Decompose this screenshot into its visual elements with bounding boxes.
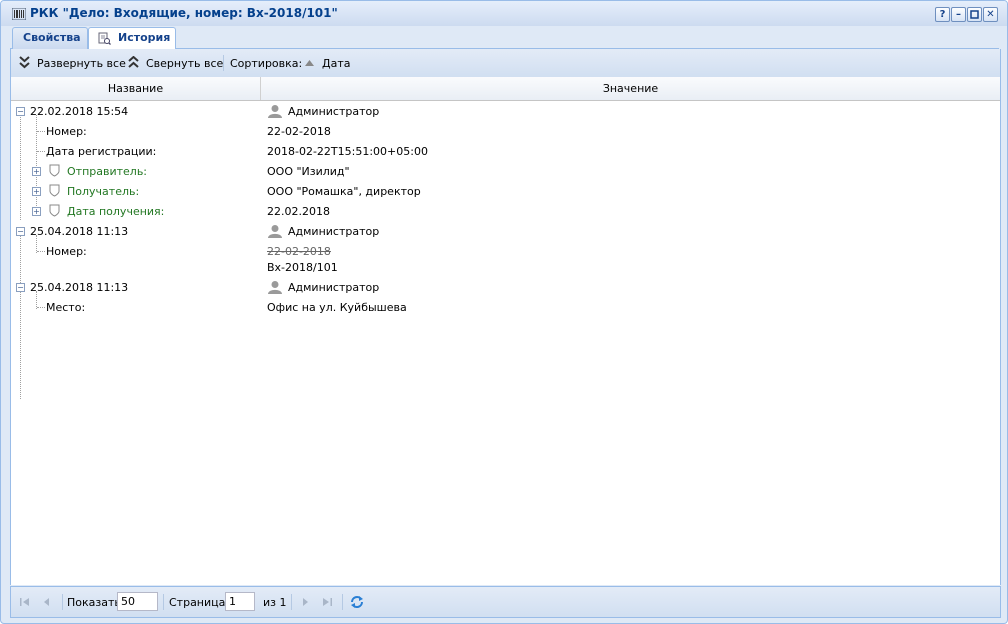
column-header-value[interactable]: Значение [261, 77, 1000, 100]
field-value: 2018-02-22T15:51:00+05:00 [267, 145, 428, 158]
field-row: Место: Офис на ул. Куйбышева [11, 297, 1000, 317]
double-chevron-down-icon [19, 56, 30, 69]
tab-history[interactable]: История [88, 27, 176, 50]
page-number-input[interactable] [225, 592, 255, 611]
field-value: Вх-2018/101 [267, 261, 338, 274]
close-button[interactable]: ✕ [983, 7, 998, 22]
field-row: Номер: 22-02-2018 [11, 121, 1000, 141]
paging-toolbar: Показать Страница из 1 [10, 586, 1001, 618]
group-date: 25.04.2018 11:13 [30, 225, 129, 238]
tab-bar: Свойства История [10, 26, 999, 50]
history-grid: Название Значение − 22.02.2018 15:54 Адм… [10, 77, 1001, 585]
field-name: Место: [46, 301, 86, 314]
page-size-input[interactable] [117, 592, 158, 611]
field-name-link[interactable]: Дата получения: [67, 205, 164, 218]
field-value: 22-02-2018 [267, 125, 331, 138]
shield-icon [49, 204, 60, 217]
history-group-row[interactable]: − 22.02.2018 15:54 Администратор [11, 101, 1000, 121]
tree-line [37, 151, 45, 152]
group-user: Администратор [288, 105, 380, 118]
tab-properties[interactable]: Свойства [12, 27, 88, 49]
pager-separator [342, 594, 343, 610]
close-icon: ✕ [986, 9, 995, 20]
tree-line [37, 307, 45, 308]
toolbar: Развернуть все Свернуть все Сортировка: … [10, 49, 1001, 77]
grid-header: Название Значение [11, 77, 1000, 101]
user-icon [268, 225, 282, 238]
group-date: 25.04.2018 11:13 [30, 281, 129, 294]
sort-asc-icon [305, 60, 314, 66]
window-titlebar[interactable]: РКК "Дело: Входящие, номер: Вх-2018/101"… [1, 1, 1007, 26]
barcode-icon [12, 8, 26, 20]
rkk-window: РКК "Дело: Входящие, номер: Вх-2018/101"… [0, 0, 1008, 624]
pager-separator [291, 594, 292, 610]
field-row: Дата регистрации: 2018-02-22T15:51:00+05… [11, 141, 1000, 161]
user-icon [268, 281, 282, 294]
sort-date-label: Дата [322, 57, 351, 70]
maximize-button[interactable] [967, 7, 982, 22]
expand-all-label: Развернуть все [37, 57, 126, 70]
history-group-row[interactable]: − 25.04.2018 11:13 Администратор [11, 221, 1000, 241]
pager-separator [62, 594, 63, 610]
sort-label: Сортировка: [230, 57, 303, 70]
shield-icon [49, 184, 60, 197]
expand-icon[interactable]: + [32, 167, 41, 176]
shield-icon [49, 164, 60, 177]
tab-properties-label: Свойства [23, 31, 81, 44]
prev-page-icon[interactable] [40, 595, 54, 609]
field-row: Номер: 22-02-2018 Вх-2018/101 [11, 241, 1000, 277]
field-name: Дата регистрации: [46, 145, 157, 158]
minimize-button[interactable]: – [951, 7, 966, 22]
group-date: 22.02.2018 15:54 [30, 105, 129, 118]
window-title: РКК "Дело: Входящие, номер: Вх-2018/101" [30, 6, 338, 20]
field-name-link[interactable]: Получатель: [67, 185, 139, 198]
field-name: Номер: [46, 245, 87, 258]
field-row-expandable[interactable]: + Дата получения: 22.02.2018 [11, 201, 1000, 221]
column-header-name[interactable]: Название [11, 77, 261, 100]
toolbar-separator [223, 55, 224, 71]
page-label: Страница [169, 596, 226, 609]
page-count-label: из 1 [263, 596, 287, 609]
tree-line [37, 131, 45, 132]
first-page-icon[interactable] [18, 595, 32, 609]
expand-icon[interactable]: + [32, 207, 41, 216]
last-page-icon[interactable] [320, 595, 334, 609]
refresh-icon[interactable] [349, 594, 365, 610]
field-row-expandable[interactable]: + Получатель: ООО "Ромашка", директор [11, 181, 1000, 201]
minimize-icon: – [956, 9, 961, 20]
group-user: Администратор [288, 225, 380, 238]
expand-icon[interactable]: + [32, 187, 41, 196]
field-name: Номер: [46, 125, 87, 138]
tree-line [37, 251, 45, 252]
field-row-expandable[interactable]: + Отправитель: ООО "Изилид" [11, 161, 1000, 181]
history-group-row[interactable]: − 25.04.2018 11:13 Администратор [11, 277, 1000, 297]
help-button[interactable]: ? [935, 7, 950, 22]
collapse-all-label: Свернуть все [146, 57, 224, 70]
collapse-icon[interactable]: − [16, 227, 25, 236]
group-user: Администратор [288, 281, 380, 294]
history-icon [98, 32, 111, 45]
field-old-value: 22-02-2018 [267, 245, 331, 258]
user-icon [268, 105, 282, 118]
collapse-icon[interactable]: − [16, 283, 25, 292]
pager-separator [163, 594, 164, 610]
double-chevron-up-icon [128, 56, 139, 68]
help-icon: ? [939, 9, 946, 20]
collapse-icon[interactable]: − [16, 107, 25, 116]
maximize-icon [970, 10, 979, 19]
field-value: Офис на ул. Куйбышева [267, 301, 407, 314]
field-value: ООО "Ромашка", директор [267, 185, 421, 198]
field-name-link[interactable]: Отправитель: [67, 165, 147, 178]
tab-history-label: История [118, 31, 171, 44]
page-size-label: Показать [67, 596, 121, 609]
field-value: ООО "Изилид" [267, 165, 350, 178]
field-value: 22.02.2018 [267, 205, 330, 218]
next-page-icon[interactable] [298, 595, 312, 609]
